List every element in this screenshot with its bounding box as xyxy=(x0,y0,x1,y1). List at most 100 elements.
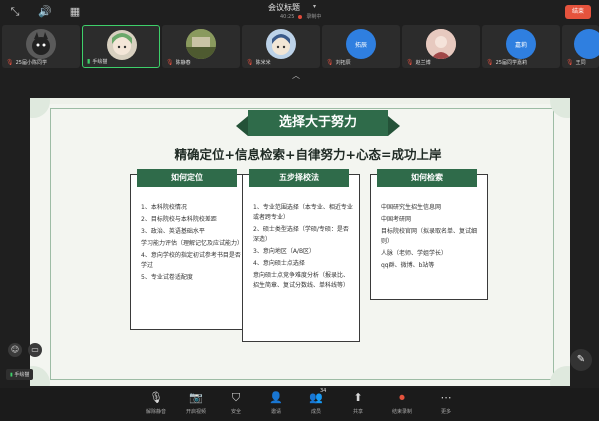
avatar xyxy=(26,29,56,59)
mic-muted-icon: 🎙 xyxy=(246,59,254,66)
avatar xyxy=(266,29,296,59)
slide-corner-decoration xyxy=(30,98,50,118)
end-meeting-button[interactable]: 结束 xyxy=(565,5,591,19)
list-item: 中国研究生招生信息网 xyxy=(381,204,442,211)
chat-icon[interactable]: ▭ xyxy=(28,343,42,357)
meeting-title[interactable]: 会议标题 xyxy=(268,2,300,13)
mic-muted-icon: 🎙 xyxy=(6,59,14,66)
speaker-icon[interactable]: 🔊 xyxy=(38,5,52,19)
participant-name: 🎙 25届小陈同学 xyxy=(6,59,47,66)
shield-icon: ⛉ xyxy=(231,391,241,404)
more-icon: ⋯ xyxy=(440,391,452,404)
emoji-icon[interactable]: ☺ xyxy=(8,343,22,357)
photo-avatar-icon xyxy=(426,29,456,59)
participant-tile[interactable]: 🎙 陈静春 xyxy=(162,25,240,68)
participant-name: 🎙 陈米米 xyxy=(246,59,271,66)
record-stop-icon: ⏺ xyxy=(399,391,405,404)
participant-name: 🎙 赵兰博 xyxy=(406,59,431,66)
meeting-status: 40:25 录制中 xyxy=(280,13,322,21)
invite-button[interactable]: 👤 邀请 xyxy=(258,390,294,415)
participant-name: 🎙 陈静春 xyxy=(166,59,191,66)
card-title: 如何定位 xyxy=(137,169,237,187)
mic-muted-icon: 🎙 xyxy=(566,59,574,66)
list-item: 中国考研网 xyxy=(381,216,412,223)
camera-off-icon: 📷 xyxy=(189,391,203,404)
list-item: 1、专业范围选择（本专业、相近专业或者跨专业） xyxy=(253,204,353,221)
chevron-down-icon[interactable]: ▾ xyxy=(313,3,316,10)
avatar xyxy=(186,29,216,59)
floating-actions: ☺ ▭ xyxy=(8,343,42,357)
list-item: qq群、微博、b站等 xyxy=(381,262,435,269)
avatar xyxy=(426,29,456,59)
share-button[interactable]: ⬆ 共享 xyxy=(340,390,376,415)
shared-screen: 选择大于努力 精确定位+信息检索+自律努力+心态=成功上岸 如何定位 1、本科院… xyxy=(0,80,599,386)
members-icon: 👥 xyxy=(309,391,323,404)
card-title: 五步择校法 xyxy=(249,169,349,187)
avatar: 嘉莉 xyxy=(506,29,536,59)
slide-header-strip xyxy=(30,98,570,104)
more-button[interactable]: ⋯ 更多 xyxy=(428,390,464,415)
list-item: 4、意向学校的指定初试参考书目是否学过 xyxy=(141,252,241,269)
participant-tile[interactable]: 拓辰 🎙 刘拓辰 xyxy=(322,25,400,68)
participant-tile-active[interactable]: ▮ 手绘猫 xyxy=(82,25,160,68)
collapse-window-icon[interactable]: ⤡ xyxy=(8,5,22,19)
slide-slogan: 精确定位+信息检索+自律努力+心态=成功上岸 xyxy=(174,147,442,162)
bottom-toolbar: 🎙 解除静音 📷 开启视频 ⛉ 安全 👤 邀请 👥 34 成员 ⬆ 共享 ⏺ 结… xyxy=(0,388,599,421)
participant-tile[interactable]: 🎙 陈米米 xyxy=(242,25,320,68)
top-bar: ⤡ 🔊 ▦ 会议标题 ▾ 40:25 录制中 结束 xyxy=(0,0,599,24)
unmute-button[interactable]: 🎙 解除静音 xyxy=(138,390,174,415)
list-item: 3、政治、英语基础水平 xyxy=(141,228,205,235)
start-video-button[interactable]: 📷 开启视频 xyxy=(178,390,214,415)
slide: 选择大于努力 精确定位+信息检索+自律努力+心态=成功上岸 如何定位 1、本科院… xyxy=(30,98,570,386)
character-avatar-icon xyxy=(272,34,290,55)
participant-tile[interactable]: 嘉莉 🎙 25届同学嘉莉 xyxy=(482,25,560,68)
share-icon: ⬆ xyxy=(353,391,363,404)
annotate-pen-icon[interactable]: ✎ xyxy=(570,349,592,371)
list-item: 学习能力评估（理解记忆及应试能力） xyxy=(141,240,244,247)
meeting-timer: 40:25 xyxy=(280,13,295,20)
meeting-window: ⤡ 🔊 ▦ 会议标题 ▾ 40:25 录制中 结束 🎙 25届小陈同学 ▮ 手绘猫 xyxy=(0,0,599,421)
slide-banner: 选择大于努力 xyxy=(236,110,400,136)
list-item: 人脉（老师、学姐学长） xyxy=(381,250,448,257)
participant-name: 🎙 25届同学嘉莉 xyxy=(486,59,527,66)
card-school-selection: 五步择校法 1、专业范围选择（本专业、相近专业或者跨专业） 2、硕士类型选择（学… xyxy=(242,169,360,342)
mic-muted-icon: 🎙 xyxy=(486,59,494,66)
list-item: 意向硕士点竞争难度分析（报录比、招生简章、复试分数线、单科线等） xyxy=(253,272,350,289)
participant-name: ▮ 手绘猫 xyxy=(87,58,108,65)
scenery-avatar-icon xyxy=(186,29,216,59)
participant-strip: 🎙 25届小陈同学 ▮ 手绘猫 🎙 陈静春 🎙 陈米米 拓辰 🎙 刘拓辰 🎙 赵… xyxy=(0,25,599,69)
self-video-label[interactable]: ▮ 手绘猫 xyxy=(6,369,34,380)
mic-muted-icon: 🎙 xyxy=(166,59,174,66)
card-list: 中国研究生招生信息网 中国考研网 目标院校官网（拟录取名单、复试细则） 人脉（老… xyxy=(381,203,481,273)
mic-muted-icon: 🎙 xyxy=(406,59,414,66)
avatar xyxy=(107,30,137,60)
cat-avatar-icon xyxy=(32,32,50,55)
security-button[interactable]: ⛉ 安全 xyxy=(218,390,254,415)
invite-icon: 👤 xyxy=(269,391,283,404)
participant-tile[interactable]: 🎙 25届小陈同学 xyxy=(2,25,80,68)
list-item: 5、专业试卷适配度 xyxy=(141,274,193,281)
list-item: 3、意向地区（A/B区） xyxy=(253,248,316,255)
stop-recording-button[interactable]: ⏺ 结束录制 xyxy=(384,390,420,415)
participant-tile[interactable]: 🎙 王同 xyxy=(562,25,599,68)
mic-on-icon: ▮ xyxy=(10,372,13,378)
card-list: 1、专业范围选择（本专业、相近专业或者跨专业） 2、硕士类型选择（学硕/专硕：是… xyxy=(253,203,353,293)
avatar: 拓辰 xyxy=(346,29,376,59)
list-item: 2、目标院校与本科院校差距 xyxy=(141,216,217,223)
record-status: 录制中 xyxy=(306,14,322,20)
members-button[interactable]: 👥 34 成员 xyxy=(298,388,334,415)
card-title: 如何检索 xyxy=(377,169,477,187)
card-search: 如何检索 中国研究生招生信息网 中国考研网 目标院校官网（拟录取名单、复试细则）… xyxy=(370,169,488,300)
anime-avatar-icon xyxy=(112,33,132,55)
record-dot-icon xyxy=(298,14,303,19)
participant-name: 🎙 王同 xyxy=(566,59,586,66)
avatar xyxy=(574,29,599,59)
layout-grid-icon[interactable]: ▦ xyxy=(68,5,82,19)
participant-tile[interactable]: 🎙 赵兰博 xyxy=(402,25,480,68)
list-item: 4、意向硕士点选择 xyxy=(253,260,305,267)
mic-off-icon: 🎙 xyxy=(149,391,163,404)
card-list: 1、本科院校情况 2、目标院校与本科院校差距 3、政治、英语基础水平 学习能力评… xyxy=(141,203,244,285)
mic-muted-icon: 🎙 xyxy=(326,59,334,66)
mic-on-icon: ▮ xyxy=(87,58,91,65)
list-item: 目标院校官网（拟录取名单、复试细则） xyxy=(381,228,478,245)
